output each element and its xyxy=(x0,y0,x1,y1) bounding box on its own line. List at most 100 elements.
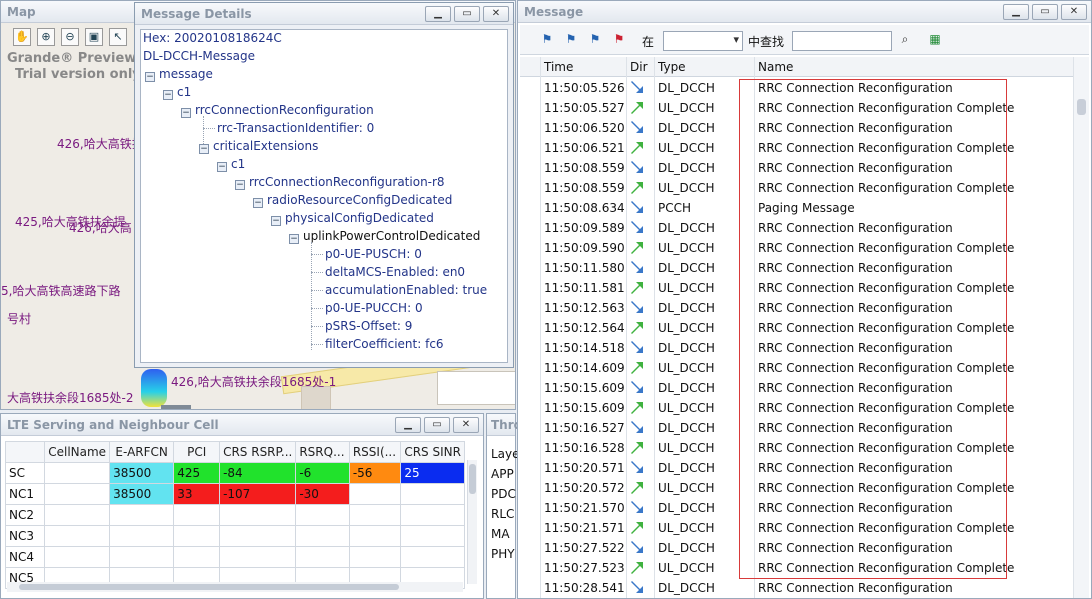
tree-node-critical-extensions[interactable]: − criticalExtensions xyxy=(199,138,318,154)
column-header[interactable]: RSSI(... xyxy=(348,441,402,463)
hand-icon[interactable]: ✋ xyxy=(13,28,31,46)
message-details-window: Message Details ▁ ▭ ✕ Hex: 2002010818624… xyxy=(134,2,514,368)
column-dir[interactable]: Dir xyxy=(630,60,648,74)
fit-icon[interactable]: ▣ xyxy=(85,28,103,46)
filter-clear-icon[interactable]: ⚑ xyxy=(610,32,628,48)
map-label-4: 5,哈大高铁高速路下路 xyxy=(1,284,121,298)
downlink-arrow-icon xyxy=(631,541,643,553)
message-type: UL_DCCH xyxy=(658,101,715,115)
zoom-out-icon[interactable]: ⊖ xyxy=(61,28,79,46)
table-row[interactable]: NC2 xyxy=(4,504,465,526)
layer-item: PDC xyxy=(491,487,516,501)
maximize-button[interactable]: ▭ xyxy=(424,417,450,433)
collapse-icon[interactable]: − xyxy=(145,72,155,82)
message-time: 11:50:06.520 xyxy=(544,121,625,135)
row-label: SC xyxy=(4,462,46,484)
search-icon[interactable]: ⌕ xyxy=(896,32,914,48)
maximize-button[interactable]: ▭ xyxy=(454,6,480,22)
table-row[interactable]: SC 38500 425 -84 -6 -56 25 xyxy=(4,462,465,484)
tree-root: DL-DCCH-Message xyxy=(143,49,255,63)
collapse-icon[interactable]: − xyxy=(217,162,227,172)
row-label: NC3 xyxy=(4,525,46,547)
column-name[interactable]: Name xyxy=(758,60,793,74)
table-row[interactable]: NC1 38500 33 -107 -30 xyxy=(4,483,465,505)
cell-rsrq: -30 xyxy=(295,483,350,505)
message-time: 11:50:20.571 xyxy=(544,461,625,475)
tree-node-uplink-power-control[interactable]: − uplinkPowerControlDedicated xyxy=(289,228,480,244)
table-row[interactable]: NC3 xyxy=(4,525,465,547)
column-header[interactable]: CRS SINR xyxy=(400,441,465,463)
message-type: UL_DCCH xyxy=(658,361,715,375)
message-time: 11:50:08.559 xyxy=(544,181,625,195)
find-in-label: 在 xyxy=(642,35,655,49)
close-button[interactable]: ✕ xyxy=(483,6,509,22)
filter-icon[interactable]: ⚑ xyxy=(538,32,556,48)
message-time: 11:50:20.572 xyxy=(544,481,625,495)
maximize-button[interactable]: ▭ xyxy=(1032,4,1058,20)
message-toolbar: ⚑ ⚑ ⚑ ⚑ 在 中查找 ⌕ ▦ xyxy=(520,25,1089,55)
column-header[interactable]: RSRQ... xyxy=(295,441,350,463)
collapse-icon[interactable]: − xyxy=(163,90,173,100)
pointer-icon[interactable]: ↖ xyxy=(109,28,127,46)
uplink-arrow-icon xyxy=(631,182,643,194)
field-p0-ue-pusch[interactable]: p0-UE-PUSCH: 0 xyxy=(325,246,422,262)
tree-node-message[interactable]: − message xyxy=(145,66,213,82)
message-type: DL_DCCH xyxy=(658,81,715,95)
column-time[interactable]: Time xyxy=(544,60,573,74)
message-time: 11:50:27.522 xyxy=(544,541,625,555)
collapse-icon[interactable]: − xyxy=(253,198,263,208)
tree-node-transaction-id[interactable]: rrc-TransactionIdentifier: 0 xyxy=(217,120,374,136)
field-accumulation-enabled[interactable]: accumulationEnabled: true xyxy=(325,282,487,298)
collapse-icon[interactable]: − xyxy=(181,108,191,118)
tree-node-c1[interactable]: − c1 xyxy=(163,84,191,100)
message-window: Message ▁ ▭ ✕ ⚑ ⚑ ⚑ ⚑ 在 中查找 ⌕ ▦ Time Dir… xyxy=(517,0,1092,599)
message-type: UL_DCCH xyxy=(658,401,715,415)
filter-add-icon[interactable]: ⚑ xyxy=(562,32,580,48)
message-vertical-scrollbar[interactable] xyxy=(1073,57,1089,598)
collapse-icon[interactable]: − xyxy=(271,216,281,226)
export-excel-icon[interactable]: ▦ xyxy=(926,32,944,48)
message-row[interactable]: 11:50:28.541 DL_DCCH RRC Connection Reconf… xyxy=(520,578,1073,598)
column-header[interactable]: PCI xyxy=(173,441,221,463)
zoom-in-icon[interactable]: ⊕ xyxy=(37,28,55,46)
map-label-3: 426,哈大高 xyxy=(69,221,132,235)
map-label-7: 426,哈大高铁扶余段1685处-1 xyxy=(171,375,337,389)
minimize-button[interactable]: ▁ xyxy=(425,6,451,22)
column-header[interactable]: CRS RSRP... xyxy=(219,441,297,463)
minimize-button[interactable]: ▁ xyxy=(395,417,421,433)
close-button[interactable]: ✕ xyxy=(1061,4,1087,20)
message-type: DL_DCCH xyxy=(658,501,715,515)
cell-sinr: 25 xyxy=(400,462,465,484)
field-delta-mcs-enabled[interactable]: deltaMCS-Enabled: en0 xyxy=(325,264,465,280)
field-p0-ue-pucch[interactable]: p0-UE-PUCCH: 0 xyxy=(325,300,423,316)
collapse-icon[interactable]: − xyxy=(289,234,299,244)
close-button[interactable]: ✕ xyxy=(453,417,479,433)
message-time: 11:50:15.609 xyxy=(544,381,625,395)
tree-node-rrc-reconfig-r8[interactable]: − rrcConnectionReconfiguration-r8 xyxy=(235,174,445,190)
table-row[interactable]: NC4 xyxy=(4,546,465,568)
tree-node-rrc-connection-reconfiguration[interactable]: − rrcConnectionReconfiguration xyxy=(181,102,374,118)
filter-edit-icon[interactable]: ⚑ xyxy=(586,32,604,48)
message-type: UL_DCCH xyxy=(658,321,715,335)
column-header[interactable]: CellName xyxy=(44,441,111,463)
find-column-select[interactable] xyxy=(663,31,743,51)
drive-route-marker xyxy=(141,369,167,407)
collapse-icon[interactable]: − xyxy=(235,180,245,190)
downlink-arrow-icon xyxy=(631,381,643,393)
field-filter-coefficient[interactable]: filterCoefficient: fc6 xyxy=(325,336,444,352)
search-input[interactable] xyxy=(792,31,892,51)
message-type: DL_DCCH xyxy=(658,381,715,395)
tree-node-radio-resource-config[interactable]: − radioResourceConfigDedicated xyxy=(253,192,452,208)
column-type[interactable]: Type xyxy=(658,60,686,74)
tree-node-c1-inner[interactable]: − c1 xyxy=(217,156,245,172)
minimize-button[interactable]: ▁ xyxy=(1003,4,1029,20)
downlink-arrow-icon xyxy=(631,261,643,273)
message-time: 11:50:14.609 xyxy=(544,361,625,375)
message-time: 11:50:21.571 xyxy=(544,521,625,535)
column-header[interactable]: E-ARFCN xyxy=(109,441,175,463)
field-psrs-offset[interactable]: pSRS-Offset: 9 xyxy=(325,318,412,334)
lte-horizontal-scrollbar[interactable] xyxy=(7,582,463,592)
tree-node-physical-config[interactable]: − physicalConfigDedicated xyxy=(271,210,434,226)
collapse-icon[interactable]: − xyxy=(199,144,209,154)
lte-vertical-scrollbar[interactable] xyxy=(467,460,477,584)
